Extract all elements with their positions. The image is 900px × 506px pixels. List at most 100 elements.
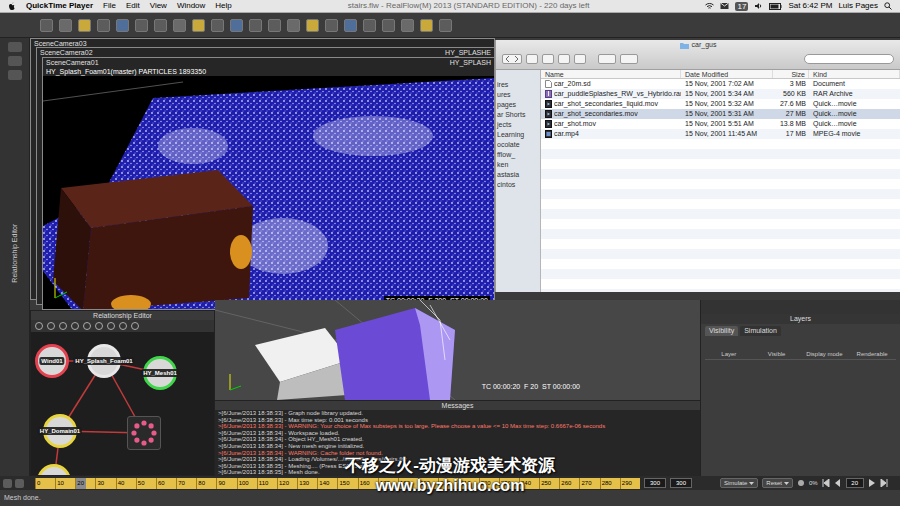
app-menu[interactable]: QuickTime Player: [26, 0, 93, 12]
search-field[interactable]: [804, 54, 894, 64]
finder-window[interactable]: car_gusiresurespagesar ShortsjectsLearni…: [495, 40, 900, 292]
preview-viewport[interactable]: TC 00:00:20 F 20 ST 00:00:00: [215, 300, 700, 400]
sidebar-item[interactable]: Learning: [496, 130, 540, 140]
rewind-icon[interactable]: [822, 479, 830, 487]
share-icon[interactable]: [620, 54, 638, 64]
tool-icon[interactable]: [116, 19, 129, 32]
tool-icon[interactable]: [268, 19, 281, 32]
tool-icon[interactable]: [135, 19, 148, 32]
tool-icon[interactable]: [78, 19, 91, 32]
graph-node[interactable]: HY_Mesh01: [143, 356, 177, 390]
tool-icon[interactable]: [131, 322, 139, 330]
column-header[interactable]: Layer: [705, 350, 753, 359]
column-header[interactable]: Renderable: [848, 350, 896, 359]
sidebar-item[interactable]: astasia: [496, 170, 540, 180]
tool-icon[interactable]: [97, 19, 110, 32]
menu-item[interactable]: Help: [215, 0, 231, 12]
menu-item[interactable]: Edit: [126, 0, 140, 12]
frame-field[interactable]: 300: [644, 478, 666, 488]
tool-icon[interactable]: [154, 19, 167, 32]
file-row[interactable]: car_shot.mov15 Nov, 2001 5:51 AM13.8 MBQ…: [541, 119, 900, 129]
key-icon[interactable]: [3, 479, 12, 488]
view-mode-icon[interactable]: [542, 54, 554, 64]
sidebar-item[interactable]: ires: [496, 80, 540, 90]
badge[interactable]: 17: [735, 2, 748, 11]
tool-icon[interactable]: [173, 19, 186, 32]
graph-node[interactable]: HY_Domain01: [43, 414, 77, 448]
graph-node[interactable]: [37, 464, 71, 475]
tool-icon[interactable]: [420, 19, 433, 32]
file-row[interactable]: car_shot_secondaries_liquid.mov15 Nov, 2…: [541, 99, 900, 109]
tool-icon[interactable]: [211, 19, 224, 32]
sidebar-item[interactable]: fflow_: [496, 150, 540, 160]
mail-icon[interactable]: [720, 2, 729, 10]
graph-node[interactable]: HY_Splash_Foam01: [87, 344, 121, 378]
column-header[interactable]: Size: [773, 70, 809, 78]
group-node[interactable]: [127, 416, 161, 450]
play-icon[interactable]: [868, 479, 876, 487]
tool-icon[interactable]: [287, 19, 300, 32]
menu-item[interactable]: File: [103, 0, 116, 12]
back-forward-icon[interactable]: [502, 54, 522, 64]
node-graph[interactable]: Wind01HY_Splash_Foam01HY_Mesh01HY_Domain…: [31, 332, 214, 475]
tool-icon[interactable]: [95, 322, 103, 330]
frame-field[interactable]: 300: [670, 478, 692, 488]
tool-icon[interactable]: [230, 19, 243, 32]
clock[interactable]: Sat 6:42 PM: [788, 0, 832, 12]
sidebar-item[interactable]: ures: [496, 90, 540, 100]
sidebar-item[interactable]: jects: [496, 120, 540, 130]
search-icon[interactable]: [884, 2, 892, 10]
volume-icon[interactable]: [754, 2, 763, 10]
column-header[interactable]: Name: [541, 70, 681, 78]
layers-panel[interactable]: LayersVisibilitySimulationLayerVisibleDi…: [700, 300, 900, 476]
tool-icon[interactable]: [71, 322, 79, 330]
tool-icon[interactable]: [382, 19, 395, 32]
file-row[interactable]: car_20m.sd15 Nov, 2001 7:02 AM3 MBDocume…: [541, 79, 900, 89]
tool-icon[interactable]: [344, 19, 357, 32]
file-row[interactable]: car_puddleSplashes_RW_vs_Hybrido.rar15 N…: [541, 89, 900, 99]
file-list[interactable]: NameDate ModifiedSizeKindcar_20m.sd15 No…: [541, 70, 900, 292]
messages-panel[interactable]: Messages>[6/June/2013 18:38:33] - Graph …: [215, 400, 700, 476]
sidebar-item[interactable]: ken: [496, 160, 540, 170]
timeline[interactable]: 0102030405060708090100110120130140150160…: [0, 476, 900, 490]
forward-icon[interactable]: [880, 479, 888, 487]
panel-icon[interactable]: [8, 42, 22, 52]
tool-icon[interactable]: [83, 322, 91, 330]
column-header[interactable]: Visible: [753, 350, 801, 359]
sidebar-item[interactable]: cintos: [496, 180, 540, 190]
column-header[interactable]: Kind: [809, 70, 900, 78]
wifi-icon[interactable]: [705, 2, 714, 10]
tool-icon[interactable]: [47, 322, 55, 330]
column-header[interactable]: Display mode: [801, 350, 849, 359]
tool-icon[interactable]: [192, 19, 205, 32]
dropdown-button[interactable]: Simulate: [720, 478, 758, 488]
graph-node[interactable]: [127, 416, 161, 450]
tab[interactable]: Simulation: [740, 326, 781, 336]
tab[interactable]: Visibility: [705, 326, 738, 336]
view-mode-icon[interactable]: [558, 54, 570, 64]
loop-icon[interactable]: [15, 479, 24, 488]
menu-item[interactable]: Window: [177, 0, 205, 12]
column-header[interactable]: Date Modified: [681, 70, 773, 78]
tool-icon[interactable]: [401, 19, 414, 32]
tool-icon[interactable]: [59, 19, 72, 32]
user-menu[interactable]: Luis Pages: [838, 0, 878, 12]
view-mode-icon[interactable]: [526, 54, 538, 64]
sidebar-item[interactable]: ar Shorts: [496, 110, 540, 120]
apple-icon[interactable]: [8, 2, 16, 11]
viewport-window[interactable]: SceneCamera01HY_SPLASHHY_Splash_Foam01(m…: [42, 57, 495, 310]
view-mode-icon[interactable]: [574, 54, 586, 64]
tool-icon[interactable]: [35, 322, 43, 330]
tool-icon[interactable]: [325, 19, 338, 32]
battery-icon[interactable]: [769, 3, 782, 10]
panel-icon[interactable]: [8, 70, 22, 80]
tool-icon[interactable]: [40, 19, 53, 32]
node-circle[interactable]: [37, 464, 71, 475]
menu-item[interactable]: View: [150, 0, 167, 12]
tool-icon[interactable]: [439, 19, 452, 32]
tool-icon[interactable]: [249, 19, 262, 32]
sidebar-item[interactable]: pages: [496, 100, 540, 110]
tool-icon[interactable]: [107, 322, 115, 330]
relationship-editor[interactable]: Relationship EditorWind01HY_Splash_Foam0…: [30, 310, 215, 476]
tool-icon[interactable]: [119, 322, 127, 330]
